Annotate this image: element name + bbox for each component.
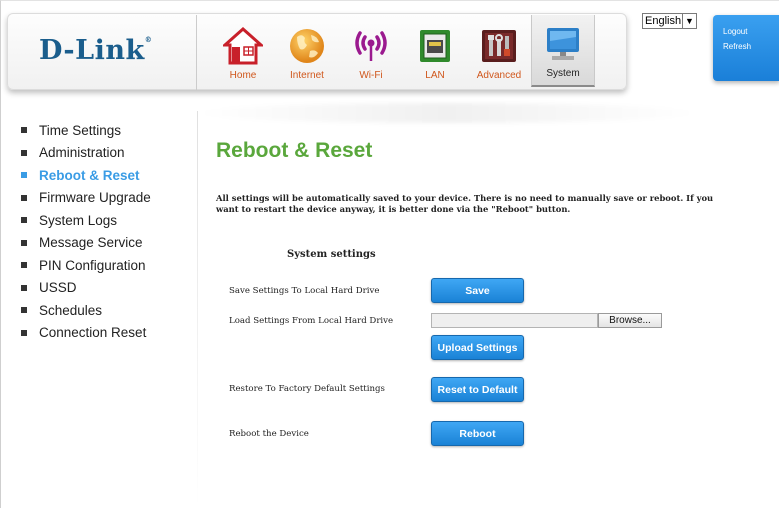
bullet-icon [21, 307, 27, 314]
computer-icon [541, 24, 585, 64]
sidebar-item-message-service[interactable]: Message Service [21, 232, 151, 255]
sidebar-item-firmware-upgrade[interactable]: Firmware Upgrade [21, 187, 151, 210]
nav-item-home[interactable]: Home [211, 15, 275, 87]
lan-port-icon [413, 26, 457, 66]
bullet-icon [21, 284, 27, 291]
nav-item-wifi[interactable]: Wi-Fi [339, 15, 403, 87]
home-icon [221, 26, 265, 66]
load-settings-label: Load Settings From Local Hard Drive [229, 316, 394, 326]
logout-link[interactable]: Logout [723, 27, 779, 36]
sidebar-item-reboot-reset[interactable]: Reboot & Reset [21, 164, 151, 187]
nav-item-lan[interactable]: LAN [403, 15, 467, 87]
bullet-icon [21, 149, 27, 156]
file-path-field[interactable] [431, 313, 598, 328]
language-select[interactable]: English ▼ [642, 13, 697, 29]
sidebar-menu: Time Settings Administration Reboot & Re… [21, 119, 151, 344]
tools-icon [477, 26, 521, 66]
bullet-icon [21, 172, 27, 179]
chevron-down-icon: ▼ [682, 14, 696, 28]
nav-item-internet[interactable]: Internet [275, 15, 339, 87]
page-title: Reboot & Reset [216, 139, 373, 162]
main-nav: Home Internet Wi-Fi LAN Advanced System [211, 15, 595, 89]
nav-label: Wi-Fi [359, 70, 383, 81]
header-divider [196, 15, 197, 90]
router-admin-page: D-Link® Home Internet Wi-Fi LAN Advanced… [0, 0, 779, 508]
sidebar-item-ussd[interactable]: USSD [21, 277, 151, 300]
bullet-icon [21, 329, 27, 336]
nav-label: Internet [290, 70, 324, 81]
globe-icon [285, 26, 329, 66]
intro-text: All settings will be automatically saved… [216, 193, 714, 214]
bullet-icon [21, 262, 27, 269]
bullet-icon [21, 127, 27, 134]
restore-defaults-label: Restore To Factory Default Settings [229, 384, 385, 394]
reboot-button[interactable]: Reboot [431, 421, 524, 446]
browse-button[interactable]: Browse... [598, 313, 662, 328]
nav-label: Home [229, 70, 257, 81]
dlink-logo: D-Link® [39, 35, 153, 66]
language-value: English [645, 15, 682, 27]
reset-to-default-button[interactable]: Reset to Default [431, 377, 524, 402]
sidebar-item-administration[interactable]: Administration [21, 142, 151, 165]
sidebar-item-connection-reset[interactable]: Connection Reset [21, 322, 151, 345]
sidebar-item-schedules[interactable]: Schedules [21, 299, 151, 322]
refresh-link[interactable]: Refresh [723, 42, 779, 51]
nav-label: Advanced [476, 70, 522, 81]
section-title: System settings [287, 249, 376, 260]
bullet-icon [21, 217, 27, 224]
reboot-device-label: Reboot the Device [229, 429, 309, 439]
sidebar-item-system-logs[interactable]: System Logs [21, 209, 151, 232]
account-panel: Logout Refresh [713, 15, 779, 81]
sidebar-item-time-settings[interactable]: Time Settings [21, 119, 151, 142]
save-settings-label: Save Settings To Local Hard Drive [229, 286, 380, 296]
upload-settings-button[interactable]: Upload Settings [431, 335, 524, 360]
nav-label: System [546, 68, 580, 79]
nav-label: LAN [425, 70, 445, 81]
save-button[interactable]: Save [431, 278, 524, 303]
nav-item-system[interactable]: System [531, 15, 595, 87]
bullet-icon [21, 239, 27, 246]
wifi-icon [349, 26, 393, 66]
content-top-shadow [197, 103, 697, 123]
bullet-icon [21, 194, 27, 201]
sidebar-item-pin-configuration[interactable]: PIN Configuration [21, 254, 151, 277]
nav-item-advanced[interactable]: Advanced [467, 15, 531, 87]
content-left-border [197, 111, 198, 508]
